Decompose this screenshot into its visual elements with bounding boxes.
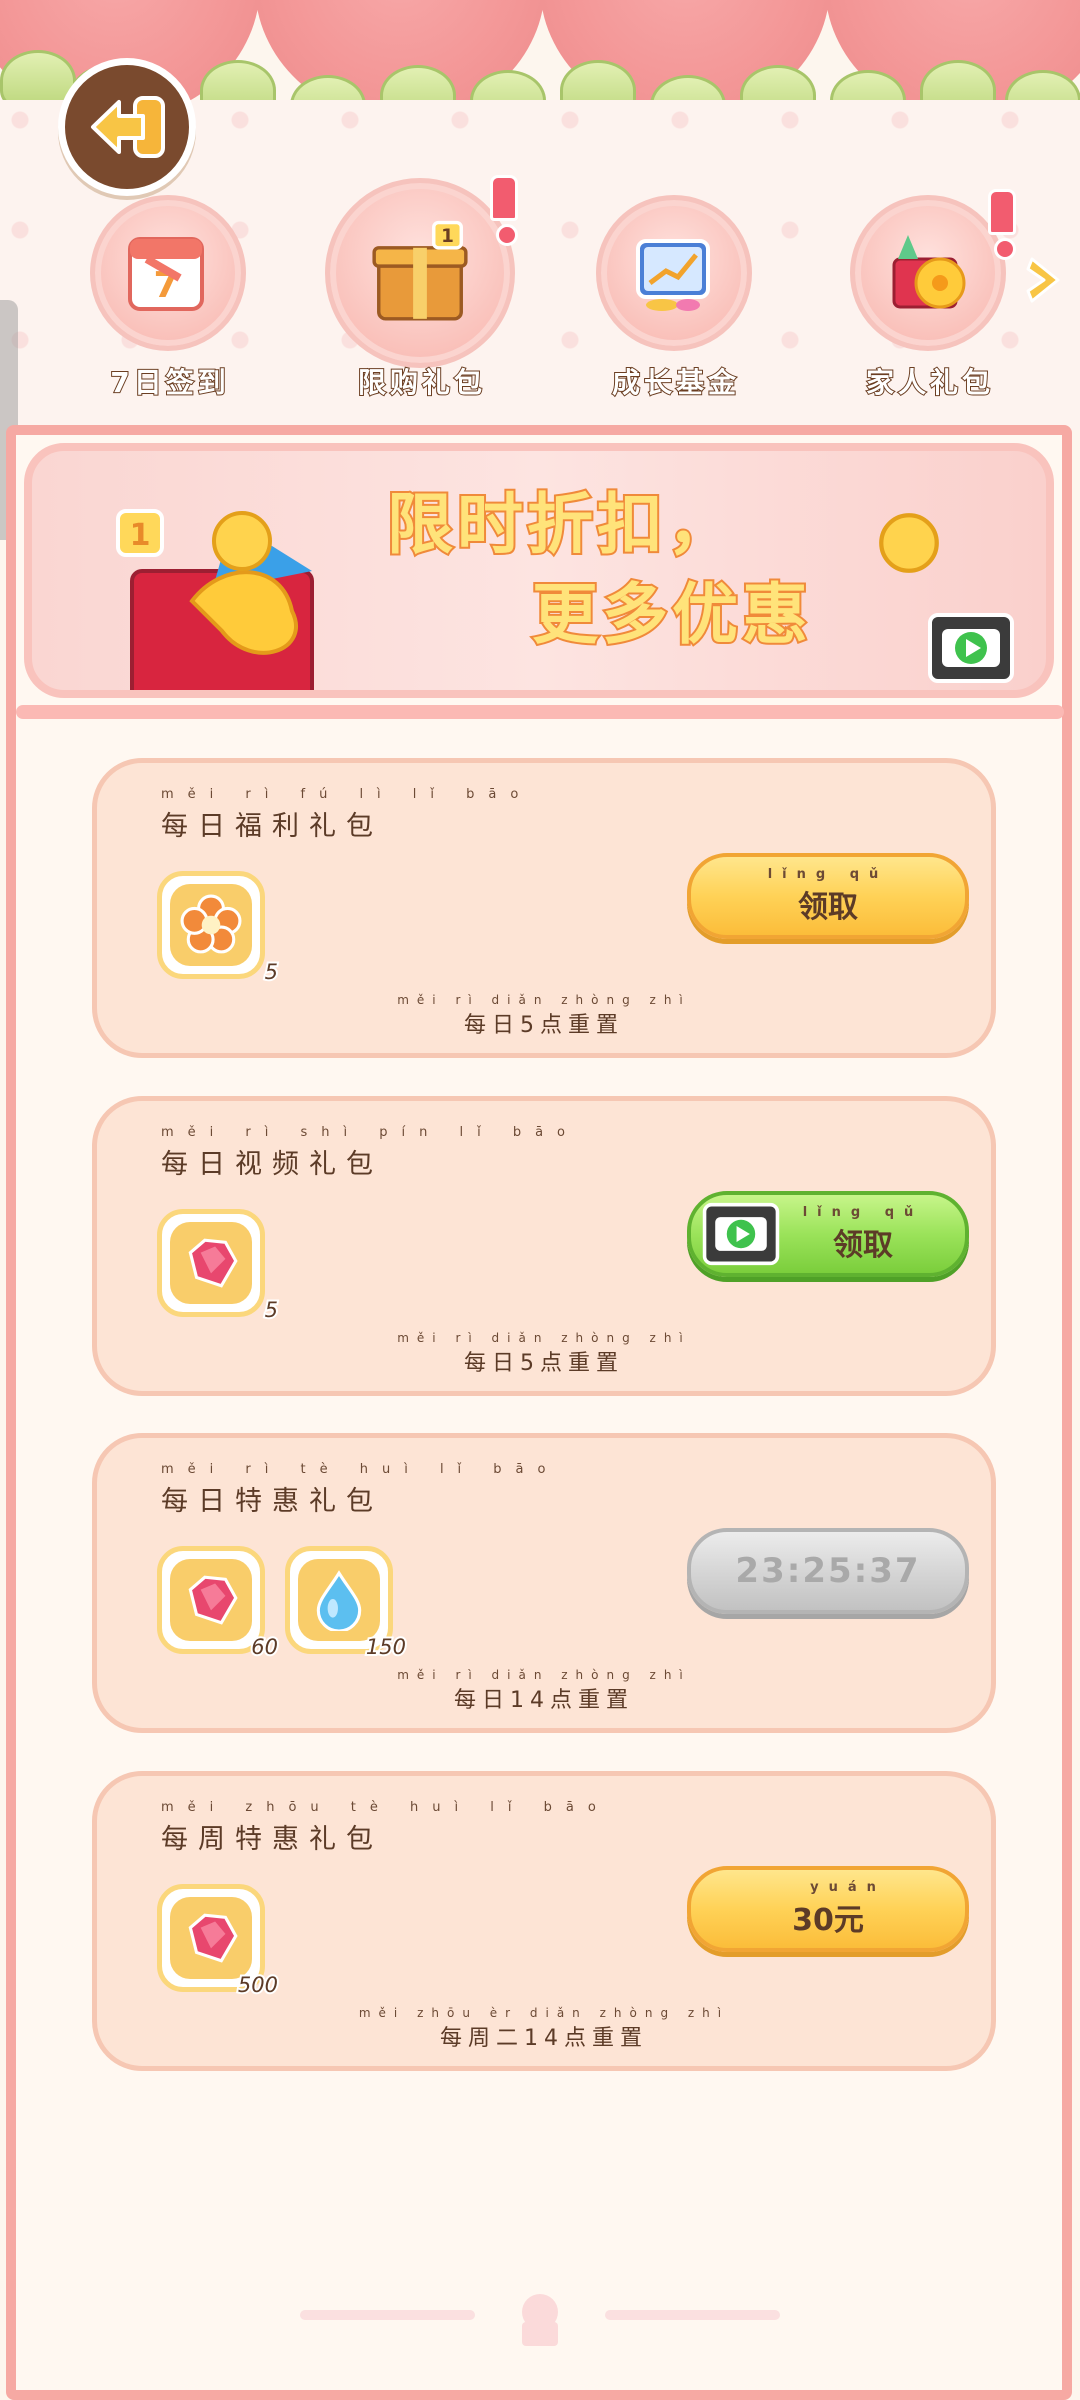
svg-text:1: 1 — [441, 226, 454, 247]
reset-text: 每日14点重置 — [454, 1688, 634, 1713]
tab-circle — [850, 195, 1006, 351]
gift-card-weekly-special: měi zhōu tè huì lǐ bāo 每周特惠礼包 500 yuán 3… — [92, 1771, 996, 2071]
card-title: měi rì tè huì lǐ bāo 每日特惠礼包 — [161, 1462, 559, 1518]
watch-video-claim-button[interactable]: lǐng qǔ 领取 — [687, 1191, 969, 1277]
growth-chart-icon — [636, 239, 710, 311]
tab-family-gift[interactable]: 家人礼包 — [850, 189, 1016, 400]
gift-box-icon: 1 — [372, 220, 468, 321]
banner-divider — [16, 705, 1064, 719]
video-play-icon — [702, 1202, 780, 1266]
reset-pinyin: měi rì diǎn zhòng zhì — [397, 1668, 691, 1682]
banner-title-line1: 限时折扣， — [385, 484, 737, 565]
red-gift-box-icon: 1 — [116, 509, 314, 690]
tab-growth-fund[interactable]: 成长基金 — [596, 195, 756, 400]
banner-title-line2: 更多优惠 — [530, 574, 812, 655]
title-pinyin: měi rì shì pín lǐ bāo — [161, 1125, 580, 1140]
chevron-right-icon[interactable] — [1024, 255, 1064, 305]
button-pinyin: yuán — [810, 1879, 886, 1895]
water-drop-icon — [316, 1570, 362, 1631]
tab-label: 成长基金 — [611, 365, 740, 400]
tab-label: 家人礼包 — [865, 365, 994, 400]
reset-text: 每日5点重置 — [464, 1351, 624, 1376]
button-pinyin: lǐng qǔ — [767, 866, 889, 882]
gift-card-daily-special: měi rì tè huì lǐ bāo 每日特惠礼包 60 150 23:25… — [92, 1433, 996, 1733]
button-label: 领取 — [798, 889, 858, 925]
item-quantity: 60 — [249, 1633, 280, 1661]
coin-icon — [879, 513, 939, 573]
reset-pinyin: měi rì diǎn zhòng zhì — [397, 1331, 691, 1345]
tab-label: 限购礼包 — [357, 365, 486, 400]
card-title: měi zhōu tè huì lǐ bāo 每周特惠礼包 — [161, 1800, 610, 1856]
countdown-timer: 23:25:37 — [735, 1551, 921, 1591]
item-quantity: 5 — [263, 1296, 280, 1324]
tab-label: 7日签到 — [109, 365, 230, 400]
back-button[interactable] — [58, 58, 196, 196]
reward-item[interactable]: 500 — [157, 1884, 280, 1999]
title-pinyin: měi zhōu tè huì lǐ bāo — [161, 1800, 610, 1815]
title-text: 每日视频礼包 — [161, 1149, 383, 1180]
reset-pinyin: měi zhōu èr diǎn zhòng zhì — [358, 2006, 730, 2020]
reward-item[interactable]: 150 — [285, 1546, 408, 1661]
reset-note: měi rì diǎn zhòng zhì 每日5点重置 — [97, 993, 991, 1039]
tab-limited-gift[interactable]: 1 限购礼包 — [325, 175, 518, 400]
gift-card-daily-video: měi rì shì pín lǐ bāo 每日视频礼包 5 lǐng qǔ 领… — [92, 1096, 996, 1396]
button-label: 30元 — [792, 1902, 864, 1938]
calendar-icon: 7 — [128, 237, 204, 311]
tab-circle: 7 — [90, 195, 246, 351]
countdown-timer-button: 23:25:37 — [687, 1528, 969, 1614]
promo-banner[interactable]: 1 限时折扣， 更多优惠 — [24, 443, 1054, 698]
video-play-icon — [928, 613, 1014, 683]
item-quantity: 500 — [236, 1971, 280, 1999]
reward-item[interactable]: 5 — [157, 871, 280, 986]
tab-7-day-signin[interactable]: 7 7日签到 — [90, 195, 250, 400]
svg-text:1: 1 — [130, 518, 151, 553]
reset-pinyin: měi rì diǎn zhòng zhì — [397, 993, 691, 1007]
reset-note: měi zhōu èr diǎn zhòng zhì 每周二14点重置 — [97, 2006, 991, 2052]
title-text: 每周特惠礼包 — [161, 1824, 383, 1855]
flower-icon — [180, 894, 242, 954]
item-quantity: 150 — [364, 1633, 408, 1661]
alert-badge — [988, 189, 1016, 260]
gem-icon — [188, 1238, 238, 1288]
bottom-decoration — [300, 2290, 780, 2346]
gift-card-daily-welfare: měi rì fú lì lǐ bāo 每日福利礼包 5 lǐng qǔ 领取 … — [92, 758, 996, 1058]
title-pinyin: měi rì fú lì lǐ bāo — [161, 787, 533, 802]
gem-icon — [188, 1913, 238, 1963]
button-label: 领取 — [833, 1227, 893, 1263]
main-panel — [6, 425, 1072, 2400]
gem-icon — [188, 1575, 238, 1625]
item-quantity: 5 — [263, 958, 280, 986]
title-text: 每日特惠礼包 — [161, 1486, 383, 1517]
reset-text: 每周二14点重置 — [440, 2026, 648, 2051]
card-title: měi rì fú lì lǐ bāo 每日福利礼包 — [161, 787, 532, 843]
reset-text: 每日5点重置 — [464, 1013, 624, 1038]
exit-arrow-icon — [91, 96, 165, 158]
reset-note: měi rì diǎn zhòng zhì 每日14点重置 — [97, 1668, 991, 1714]
reward-item[interactable]: 60 — [157, 1546, 280, 1661]
claim-button[interactable]: lǐng qǔ 领取 — [687, 853, 969, 939]
title-pinyin: měi rì tè huì lǐ bāo — [161, 1462, 560, 1477]
card-title: měi rì shì pín lǐ bāo 每日视频礼包 — [161, 1125, 579, 1181]
tab-circle — [596, 195, 752, 351]
button-pinyin: lǐng qǔ — [802, 1204, 924, 1220]
cupcake-icon — [522, 2294, 558, 2346]
tab-circle: 1 — [325, 178, 515, 368]
title-text: 每日福利礼包 — [161, 811, 383, 842]
alert-badge — [490, 175, 518, 246]
family-gift-icon — [892, 235, 966, 309]
reward-item[interactable]: 5 — [157, 1209, 280, 1324]
reset-note: měi rì diǎn zhòng zhì 每日5点重置 — [97, 1331, 991, 1377]
purchase-button[interactable]: yuán 30元 — [687, 1866, 969, 1952]
